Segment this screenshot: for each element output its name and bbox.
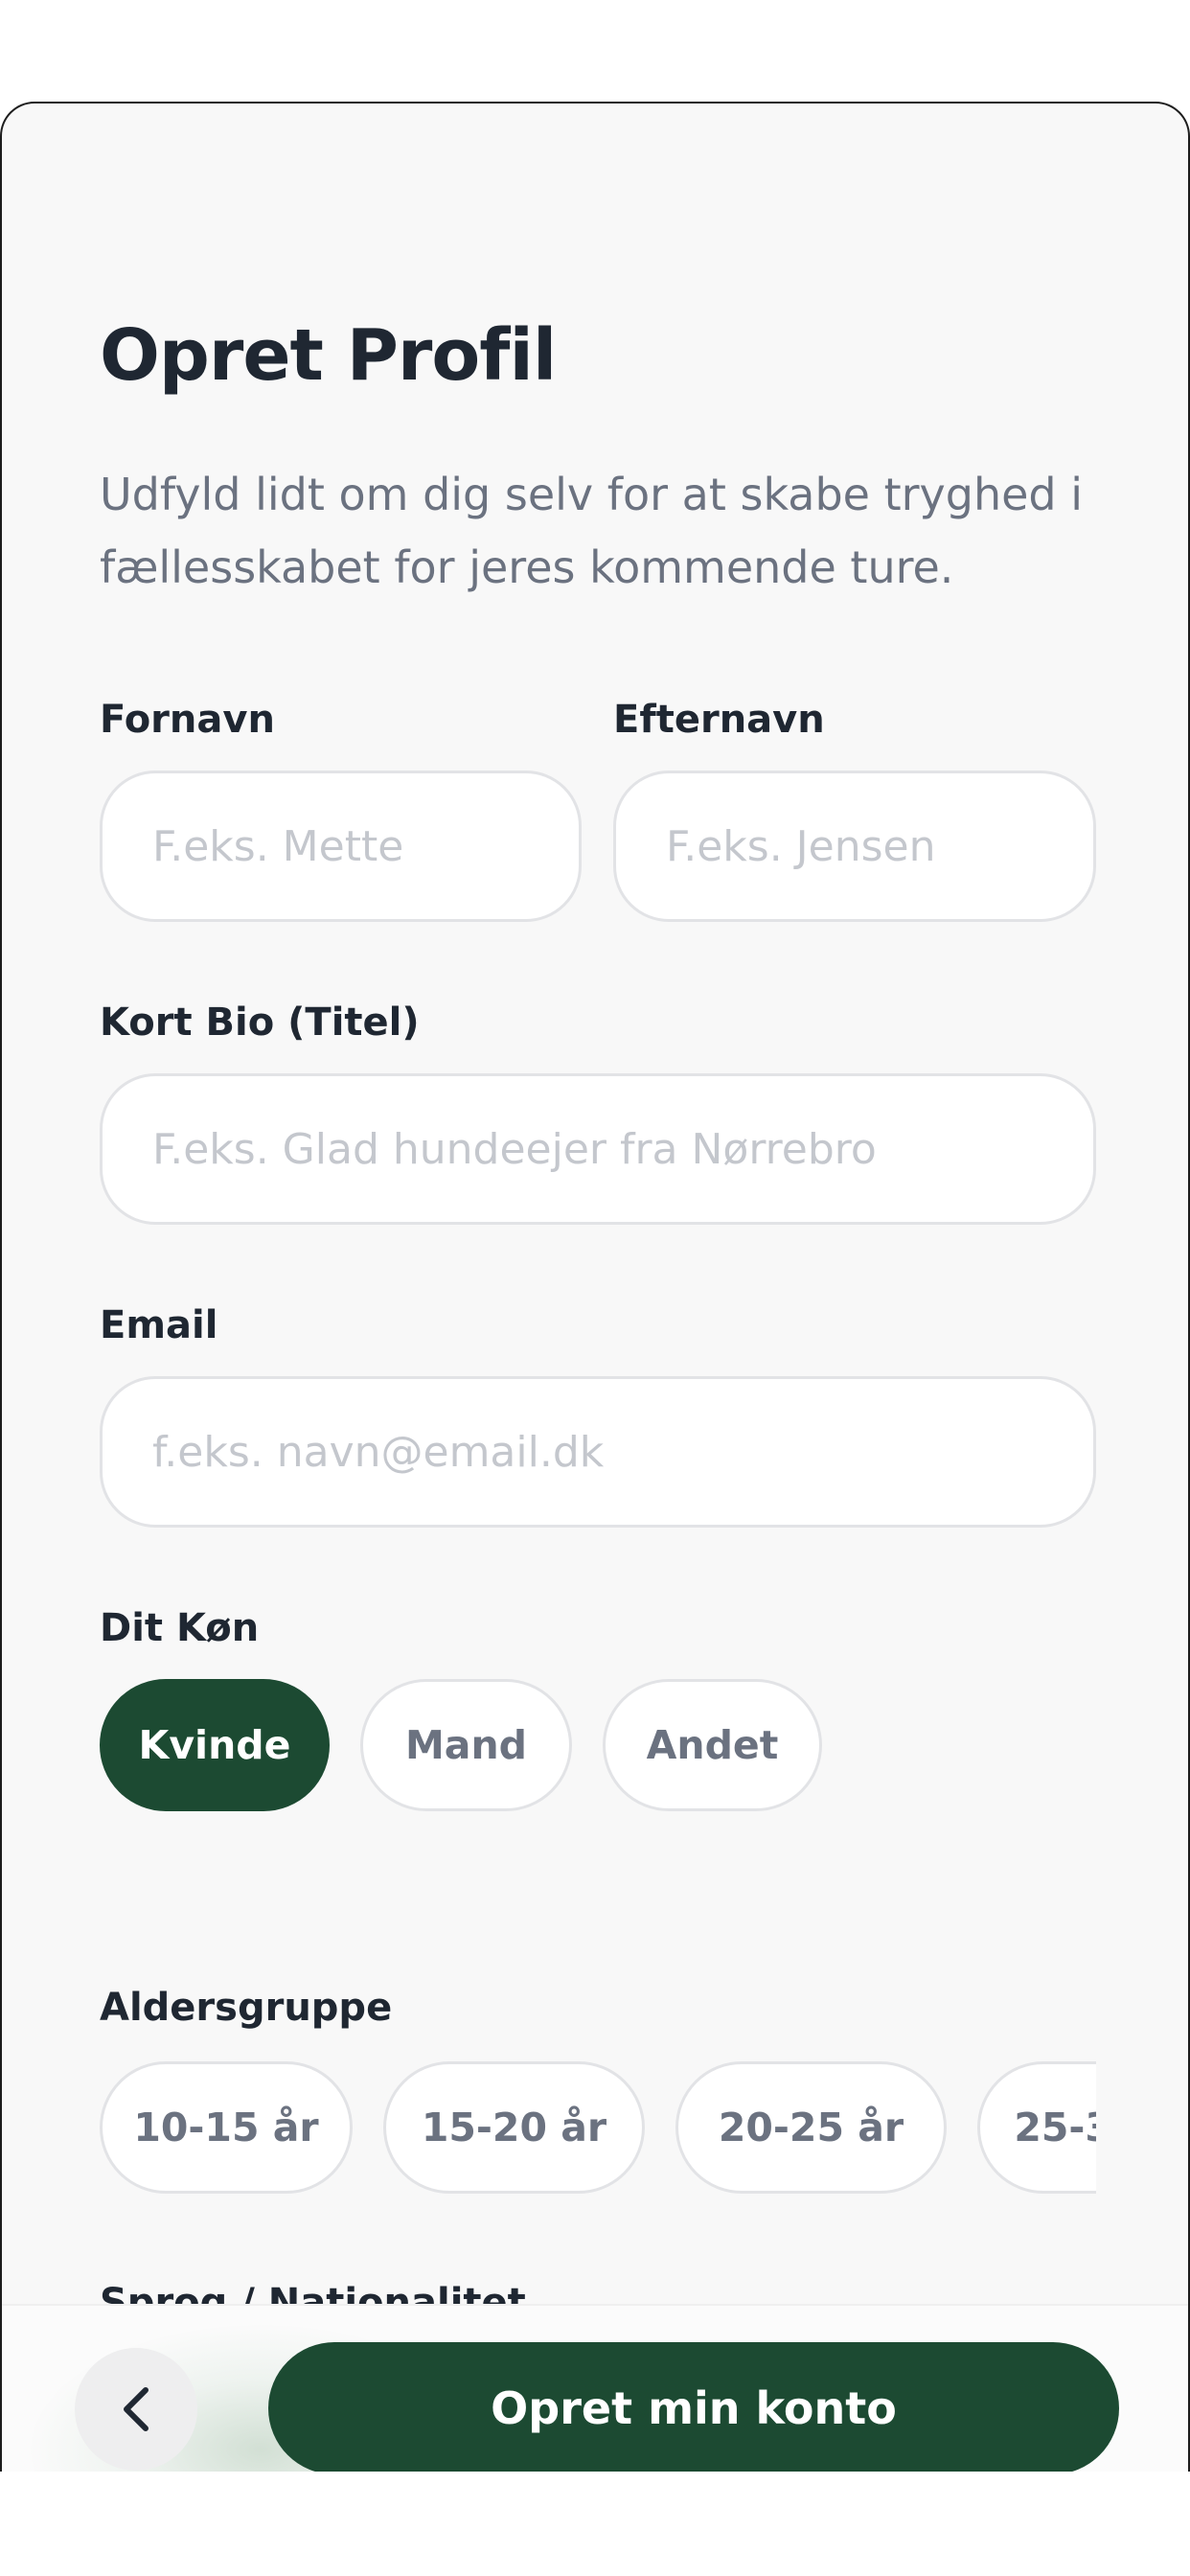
age-group-scroller[interactable]: 10-15 år 15-20 år 20-25 år 25-30 år (100, 2061, 1096, 2196)
chevron-left-icon (124, 2387, 149, 2431)
age-group-label: Aldersgruppe (100, 1986, 393, 2030)
bio-label: Kort Bio (Titel) (100, 1000, 420, 1045)
first-name-input[interactable] (100, 770, 582, 922)
status-bar-area (0, 0, 1190, 102)
gender-label: Dit Køn (100, 1606, 260, 1650)
age-option-10-15[interactable]: 10-15 år (100, 2061, 353, 2194)
gender-option-mand[interactable]: Mand (360, 1679, 572, 1811)
create-profile-sheet: Opret Profil Udfyld lidt om dig selv for… (0, 102, 1190, 2472)
last-name-input[interactable] (613, 770, 1096, 922)
age-option-25-30[interactable]: 25-30 år (977, 2061, 1096, 2194)
gender-option-kvinde[interactable]: Kvinde (100, 1679, 330, 1811)
create-account-button[interactable]: Opret min konto (268, 2342, 1119, 2472)
email-label: Email (100, 1303, 218, 1347)
page-subtitle: Udfyld lidt om dig selv for at skabe try… (100, 469, 1084, 593)
age-option-15-20[interactable]: 15-20 år (383, 2061, 645, 2194)
back-button[interactable] (75, 2348, 197, 2471)
footer-action-bar: Opret min konto (2, 2304, 1188, 2472)
first-name-label: Fornavn (100, 698, 275, 742)
page-title: Opret Profil (100, 314, 557, 397)
gender-option-andet[interactable]: Andet (603, 1679, 822, 1811)
bio-input[interactable] (100, 1073, 1096, 1225)
age-option-20-25[interactable]: 20-25 år (675, 2061, 947, 2194)
last-name-label: Efternavn (613, 698, 825, 742)
email-input[interactable] (100, 1376, 1096, 1528)
